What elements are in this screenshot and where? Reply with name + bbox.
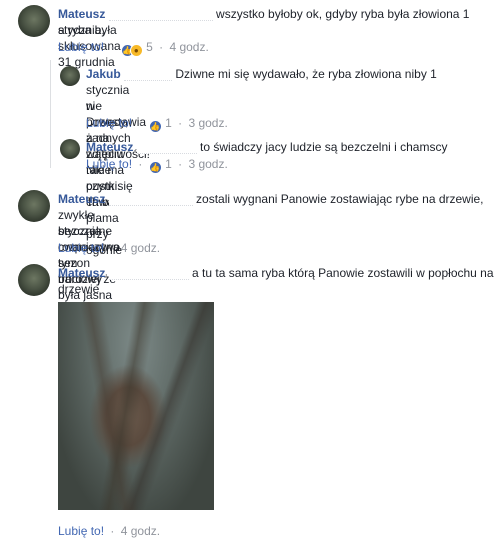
avatar[interactable]	[18, 190, 50, 222]
comment-meta: Lubię to! · 4 godz.	[58, 241, 161, 255]
comment-time[interactable]: 3 godz.	[188, 157, 227, 171]
reaction-count[interactable]: 5	[146, 40, 153, 54]
comment-author[interactable]: Jakub	[86, 67, 121, 81]
comment-text-line: zostali wygnani Panowie zostawiając rybe…	[196, 192, 484, 206]
comment-text-line: drzewie	[58, 282, 100, 296]
like-link[interactable]: Lubię to!	[58, 241, 104, 255]
comment-time[interactable]: 4 godz.	[121, 241, 160, 255]
redacted-name	[136, 141, 197, 154]
reply-thread-line	[50, 60, 51, 168]
comment-meta: Lubię to! · 👍 1 · 3 godz.	[86, 157, 228, 174]
comment-text-line: Dziwne mi się wydawało, że ryba złowiona…	[175, 67, 437, 81]
like-link[interactable]: Lubię to!	[86, 157, 132, 171]
avatar[interactable]	[18, 264, 50, 296]
comment-time[interactable]: 3 godz.	[188, 116, 227, 130]
like-link[interactable]: Lubię to!	[86, 116, 132, 130]
redacted-name	[108, 8, 213, 21]
comment-meta: Lubię to! · 4 godz.	[58, 524, 161, 538]
avatar[interactable]	[60, 139, 80, 159]
comment-author[interactable]: Mateusz	[58, 7, 105, 21]
wow-reaction-icon[interactable]: ●	[129, 44, 143, 57]
reaction-count[interactable]: 1	[165, 157, 172, 171]
like-reaction-icon[interactable]: 👍	[148, 161, 162, 174]
redacted-name	[124, 68, 173, 81]
like-link[interactable]: Lubię to!	[58, 40, 104, 54]
comment-meta: Lubię to! · 👍 1 · 3 godz.	[86, 116, 228, 133]
avatar[interactable]	[60, 66, 80, 86]
comment-time[interactable]: 4 godz.	[121, 524, 160, 538]
comment-photo[interactable]	[58, 302, 214, 510]
like-reaction-icon[interactable]: 👍	[148, 120, 162, 133]
comment-author[interactable]: Mateusz	[86, 140, 133, 154]
redacted-name	[108, 193, 193, 206]
redacted-name	[108, 267, 189, 280]
comment-text-line: to świadczy jacy ludzie są bezczelni i c…	[200, 140, 448, 154]
avatar[interactable]	[18, 5, 50, 37]
reaction-count[interactable]: 1	[165, 116, 172, 130]
like-link[interactable]: Lubię to!	[58, 524, 104, 538]
comment-author[interactable]: Mateusz	[58, 192, 105, 206]
comment-author[interactable]: Mateusz	[58, 266, 105, 280]
comment-meta: Lubię to! · 👍 ● 5 · 4 godz.	[58, 40, 209, 57]
comment-text-line: a tu ta sama ryba którą Panowie zostawil…	[192, 266, 494, 280]
comment-time[interactable]: 4 godz.	[169, 40, 208, 54]
